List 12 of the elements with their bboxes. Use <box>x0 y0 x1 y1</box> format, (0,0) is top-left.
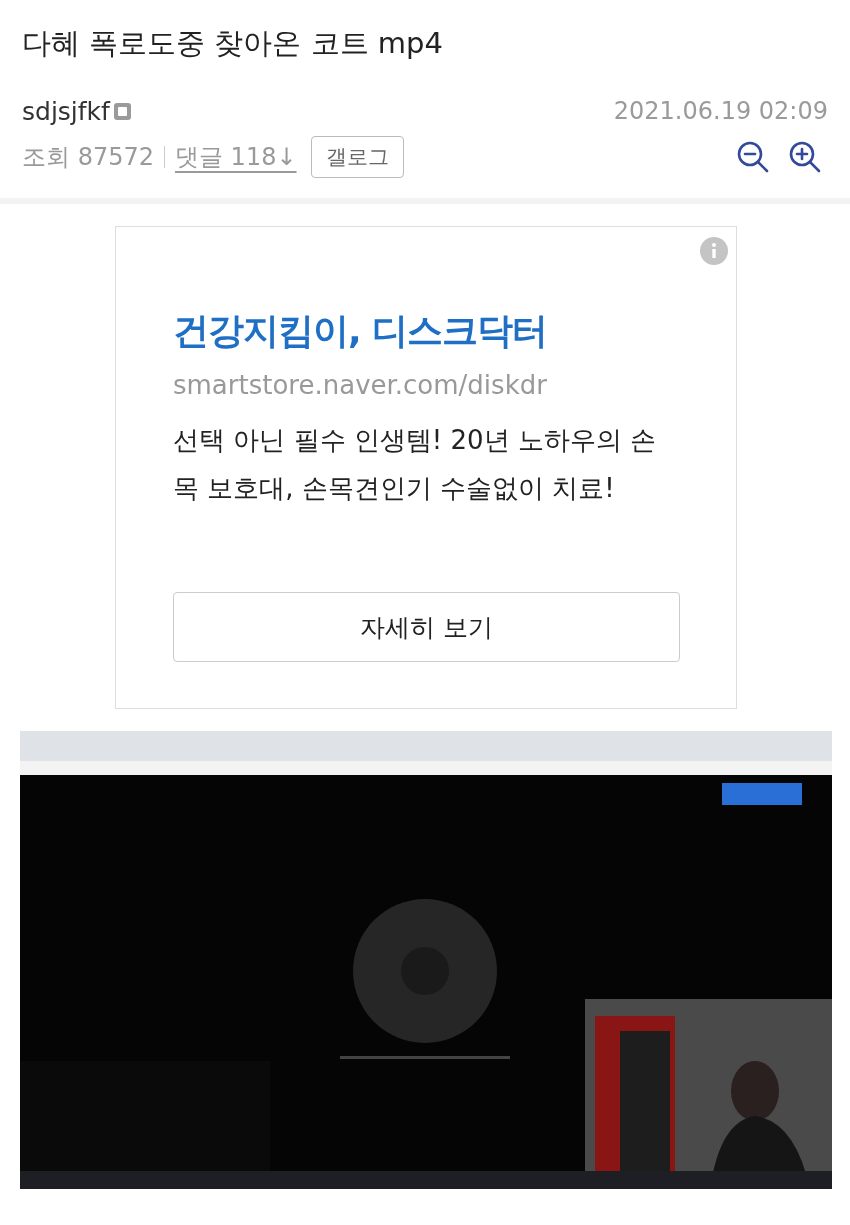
zoom-in-icon[interactable] <box>788 140 822 174</box>
ad-card[interactable]: 건강지킴이, 디스크닥터 smartstore.naver.com/diskdr 선택 아닌 필수 인생템! 20년 노하우의 손목 보호대, 손목견인기 수술없이 치료! 자세히 보기 <box>115 226 737 709</box>
gallery-badge-icon <box>113 102 131 120</box>
post-date: 2021.06.19 02:09 <box>613 97 828 125</box>
gallog-button[interactable]: 갤로그 <box>310 136 404 178</box>
author-name[interactable]: sdjsjfkf <box>22 96 110 126</box>
ad-description: 선택 아닌 필수 인생템! 20년 노하우의 손목 보호대, 손목견인기 수술없이 치료! <box>173 424 658 505</box>
view-count: 조회 87572 <box>22 142 154 173</box>
details-button[interactable]: 자세히 보기 <box>173 592 680 662</box>
zoom-out-icon[interactable] <box>736 140 770 174</box>
ad-headline[interactable]: 건강지킴이, 디스크닥터 <box>173 307 680 356</box>
post-title: 다혜 폭로도중 찾아온 코트 mp4 <box>22 25 444 62</box>
